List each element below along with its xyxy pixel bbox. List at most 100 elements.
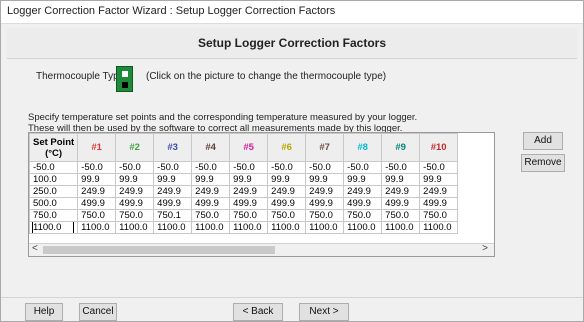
logger-reading-cell[interactable]: 1100.0	[343, 221, 383, 234]
column-header-logger-2[interactable]: #2	[115, 133, 155, 162]
scrollbar-thumb[interactable]	[43, 246, 275, 254]
scroll-left-arrow[interactable]: <	[32, 243, 38, 254]
column-header-logger-3[interactable]: #3	[153, 133, 193, 162]
logger-reading-cell[interactable]: 249.9	[267, 185, 307, 198]
logger-reading-cell[interactable]: -50.0	[191, 161, 231, 174]
logger-reading-cell[interactable]: 1100.0	[305, 221, 345, 234]
logger-reading-cell[interactable]: 249.9	[77, 185, 117, 198]
set-point-cell[interactable]: 1100.0	[29, 221, 79, 234]
logger-reading-cell[interactable]: 249.9	[153, 185, 193, 198]
logger-reading-cell[interactable]: 750.1	[153, 209, 193, 222]
logger-reading-cell[interactable]: -50.0	[381, 161, 421, 174]
logger-reading-cell[interactable]: -50.0	[77, 161, 117, 174]
logger-reading-cell[interactable]: 750.0	[381, 209, 421, 222]
logger-reading-cell[interactable]: 499.9	[305, 197, 345, 210]
set-point-value: -50.0	[33, 162, 55, 173]
table-row[interactable]: 1100.0 1100.0 1100.0 1100.0 1100.0 1100.0 1100…	[29, 221, 459, 234]
table-row[interactable]: 750.0 750.0 750.0 750.1 750.0 750.0 750.0 750.0…	[29, 209, 459, 222]
logger-reading-cell[interactable]: 1100.0	[267, 221, 307, 234]
logger-reading-cell[interactable]: 499.9	[229, 197, 269, 210]
table-row[interactable]: 100.0 99.9 99.9 99.9 99.9 99.9 99.9 99.9 99.9 99.…	[29, 173, 459, 186]
add-button[interactable]: Add	[523, 132, 563, 150]
logger-reading-cell[interactable]: 750.0	[343, 209, 383, 222]
logger-reading-cell[interactable]: 750.0	[191, 209, 231, 222]
logger-reading-cell[interactable]: 99.9	[191, 173, 231, 186]
column-header-set-point[interactable]: Set Point (°C)	[29, 133, 79, 162]
table-row[interactable]: 500.0 499.9 499.9 499.9 499.9 499.9 499.9 499.9…	[29, 197, 459, 210]
column-header-logger-6[interactable]: #6	[267, 133, 307, 162]
logger-reading-cell[interactable]: 1100.0	[381, 221, 421, 234]
remove-button[interactable]: Remove	[521, 154, 565, 172]
logger-reading-cell[interactable]: 499.9	[381, 197, 421, 210]
thermocouple-connector-icon[interactable]	[116, 66, 133, 92]
set-point-cell[interactable]: 500.0	[29, 197, 79, 210]
set-point-unit-label: (°C)	[45, 147, 63, 159]
logger-reading-cell[interactable]: 99.9	[267, 173, 307, 186]
logger-reading-cell[interactable]: 1100.0	[77, 221, 117, 234]
logger-reading-cell[interactable]: 99.9	[153, 173, 193, 186]
set-point-cell[interactable]: 750.0	[29, 209, 79, 222]
logger-reading-cell[interactable]: 1100.0	[153, 221, 193, 234]
logger-reading-cell[interactable]: -50.0	[153, 161, 193, 174]
logger-reading-cell[interactable]: 249.9	[305, 185, 345, 198]
back-button[interactable]: < Back	[233, 303, 283, 321]
logger-reading-cell[interactable]: -50.0	[305, 161, 345, 174]
logger-reading-cell[interactable]: 99.9	[343, 173, 383, 186]
column-header-logger-7[interactable]: #7	[305, 133, 345, 162]
logger-reading-cell[interactable]: 499.9	[77, 197, 117, 210]
logger-reading-cell[interactable]: 249.9	[381, 185, 421, 198]
logger-reading-cell[interactable]: 750.0	[419, 209, 459, 222]
instructions-line-1: Specify temperature set points and the c…	[28, 112, 418, 123]
set-point-cell[interactable]: 100.0	[29, 173, 79, 186]
logger-reading-cell[interactable]: 499.9	[267, 197, 307, 210]
logger-reading-cell[interactable]: 1100.0	[229, 221, 269, 234]
logger-reading-cell[interactable]: -50.0	[229, 161, 269, 174]
logger-reading-cell[interactable]: 499.9	[115, 197, 155, 210]
logger-reading-cell[interactable]: 499.9	[153, 197, 193, 210]
table-row[interactable]: 250.0 249.9 249.9 249.9 249.9 249.9 249.9 249.9…	[29, 185, 459, 198]
help-button[interactable]: Help	[25, 303, 63, 321]
logger-reading-cell[interactable]: 249.9	[229, 185, 269, 198]
logger-reading-cell[interactable]: 249.9	[115, 185, 155, 198]
logger-reading-cell[interactable]: 750.0	[305, 209, 345, 222]
column-header-logger-5[interactable]: #5	[229, 133, 269, 162]
logger-reading-cell[interactable]: 499.9	[191, 197, 231, 210]
logger-reading-cell[interactable]: 99.9	[77, 173, 117, 186]
logger-reading-cell[interactable]: 499.9	[419, 197, 459, 210]
correction-factor-grid[interactable]: Set Point (°C) #1 #2 #3 #4 #5 #6 #7 #8 #9 #10 -50…	[28, 132, 495, 257]
logger-reading-cell[interactable]: -50.0	[267, 161, 307, 174]
logger-reading-cell[interactable]: 499.9	[343, 197, 383, 210]
logger-reading-cell[interactable]: 249.9	[419, 185, 459, 198]
logger-reading-cell[interactable]: 99.9	[229, 173, 269, 186]
logger-reading-cell[interactable]: -50.0	[343, 161, 383, 174]
logger-reading-cell[interactable]: 99.9	[305, 173, 345, 186]
logger-reading-cell[interactable]: 750.0	[267, 209, 307, 222]
column-header-logger-10[interactable]: #10	[419, 133, 459, 162]
logger-reading-cell[interactable]: 99.9	[381, 173, 421, 186]
scroll-right-arrow[interactable]: >	[482, 243, 488, 254]
logger-reading-cell[interactable]: 99.9	[419, 173, 459, 186]
logger-reading-cell[interactable]: 750.0	[115, 209, 155, 222]
column-header-logger-1[interactable]: #1	[77, 133, 117, 162]
column-header-logger-4[interactable]: #4	[191, 133, 231, 162]
correction-table: Set Point (°C) #1 #2 #3 #4 #5 #6 #7 #8 #9 #10 -50…	[29, 133, 459, 234]
logger-reading-cell[interactable]: 99.9	[115, 173, 155, 186]
table-row[interactable]: -50.0 -50.0 -50.0 -50.0 -50.0 -50.0 -50.0 -50.0…	[29, 161, 459, 174]
horizontal-scrollbar[interactable]: < >	[29, 243, 494, 256]
set-point-value: 750.0	[33, 210, 57, 221]
column-header-logger-9[interactable]: #9	[381, 133, 421, 162]
logger-reading-cell[interactable]: 249.9	[191, 185, 231, 198]
logger-reading-cell[interactable]: 1100.0	[115, 221, 155, 234]
column-header-logger-8[interactable]: #8	[343, 133, 383, 162]
logger-reading-cell[interactable]: 249.9	[343, 185, 383, 198]
set-point-cell[interactable]: 250.0	[29, 185, 79, 198]
logger-reading-cell[interactable]: -50.0	[419, 161, 459, 174]
logger-reading-cell[interactable]: 1100.0	[191, 221, 231, 234]
logger-reading-cell[interactable]: 1100.0	[419, 221, 459, 234]
logger-reading-cell[interactable]: 750.0	[229, 209, 269, 222]
set-point-cell[interactable]: -50.0	[29, 161, 79, 174]
logger-reading-cell[interactable]: 750.0	[77, 209, 117, 222]
cancel-button[interactable]: Cancel	[79, 303, 117, 321]
logger-reading-cell[interactable]: -50.0	[115, 161, 155, 174]
next-button[interactable]: Next >	[299, 303, 349, 321]
